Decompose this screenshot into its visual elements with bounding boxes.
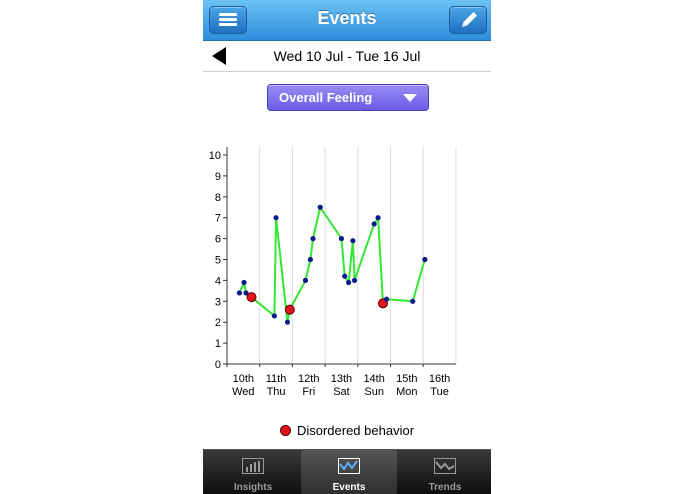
x-tick-label-day: 16th xyxy=(429,373,450,385)
chart: 0 1 2 3 4 5 6 7 8 9 10 10th Wed 11th Thu 12th Fri 13th Sat… xyxy=(203,130,491,420)
line-chart: 0 1 2 3 4 5 6 7 8 9 10 10thWed 11thThu 12thFri 13thSat… xyxy=(209,147,457,398)
trend-chart-icon xyxy=(434,458,456,474)
data-point xyxy=(422,256,428,263)
x-tick-label-weekday: Thu xyxy=(267,386,286,398)
y-tick-label: 10 xyxy=(209,150,221,162)
y-tick-label: 4 xyxy=(215,275,221,287)
x-tick-label-weekday: Sun xyxy=(364,386,384,398)
app-screen: Events Wed 10 Jul - Tue 16 Jul Overall F… xyxy=(203,0,491,494)
data-point xyxy=(371,221,377,227)
series-line-segment xyxy=(275,217,289,323)
disordered-behavior-point xyxy=(284,304,295,315)
x-tick-label-day: 15th xyxy=(396,373,417,385)
disordered-behavior-point xyxy=(246,292,257,303)
date-range-bar: Wed 10 Jul - Tue 16 Jul xyxy=(203,41,491,72)
series-line-segment xyxy=(319,206,343,240)
series-line-segment xyxy=(377,217,384,304)
y-tick-label: 1 xyxy=(215,338,221,350)
chart-legend: Disordered behavior xyxy=(203,423,491,438)
data-point xyxy=(410,298,416,304)
series-line-segment xyxy=(340,238,346,277)
page-title: Events xyxy=(317,8,377,28)
y-tick-label: 8 xyxy=(215,192,221,204)
y-tick-label: 6 xyxy=(215,234,221,246)
data-point xyxy=(350,238,356,244)
y-tick-label: 0 xyxy=(215,359,221,371)
y-tick-label: 7 xyxy=(215,213,221,225)
data-point xyxy=(307,256,313,263)
y-tick-label: 5 xyxy=(215,255,221,267)
x-tick-label-day: 10th xyxy=(233,373,254,385)
series-line-segment xyxy=(309,238,314,260)
bar-chart-icon xyxy=(242,458,264,474)
data-point xyxy=(346,279,352,286)
x-tick-label-weekday: Tue xyxy=(430,386,449,398)
y-tick-label: 9 xyxy=(215,171,221,183)
data-point xyxy=(317,204,323,210)
line-chart-icon xyxy=(338,458,360,474)
x-tick-label-day: 11th xyxy=(266,373,287,385)
date-range-label: Wed 10 Jul - Tue 16 Jul xyxy=(273,48,421,64)
data-point xyxy=(338,236,345,242)
series-line-segment xyxy=(273,217,278,316)
data-point xyxy=(310,236,316,242)
data-point xyxy=(273,215,279,221)
dropdown-selected-label: Overall Feeling xyxy=(279,90,373,105)
metric-dropdown[interactable]: Overall Feeling xyxy=(267,84,429,111)
tab-events[interactable]: Events xyxy=(301,450,397,494)
tab-trends[interactable]: Trends xyxy=(397,450,491,494)
data-point xyxy=(342,273,348,279)
x-tick-label-day: 14th xyxy=(363,373,384,385)
data-point xyxy=(375,215,381,221)
x-tick-label-weekday: Fri xyxy=(302,386,315,398)
data-point xyxy=(351,277,358,283)
legend-marker xyxy=(279,425,291,436)
data-point xyxy=(284,319,291,325)
series-line-segment xyxy=(312,207,322,239)
data-point xyxy=(271,313,278,319)
y-tick-label: 3 xyxy=(215,296,221,308)
navigation-bar: Events xyxy=(203,0,491,41)
edit-button[interactable] xyxy=(449,6,487,34)
data-point xyxy=(302,277,309,283)
pencil-icon xyxy=(462,12,477,27)
series-line-segment xyxy=(351,240,356,281)
data-point xyxy=(241,279,247,286)
x-tick-label-day: 12th xyxy=(298,373,319,385)
x-tick-label-weekday: Mon xyxy=(396,386,417,398)
tab-label: Trends xyxy=(428,482,462,493)
y-tick-label: 2 xyxy=(215,317,221,329)
tab-insights[interactable]: Insights xyxy=(205,450,301,494)
x-tick-label-day: 13th xyxy=(331,373,352,385)
legend-label: Disordered behavior xyxy=(296,423,415,438)
chevron-down-icon xyxy=(403,94,417,102)
data-point xyxy=(236,290,243,296)
tab-label: Events xyxy=(332,482,366,493)
tab-bar: Insights Events Trends xyxy=(203,449,491,494)
data-point xyxy=(383,296,390,302)
series-line-segment xyxy=(304,259,312,281)
x-tick-label-weekday: Wed xyxy=(232,386,254,398)
tab-label: Insights xyxy=(233,482,273,493)
x-tick-label-weekday: Sat xyxy=(333,386,350,398)
